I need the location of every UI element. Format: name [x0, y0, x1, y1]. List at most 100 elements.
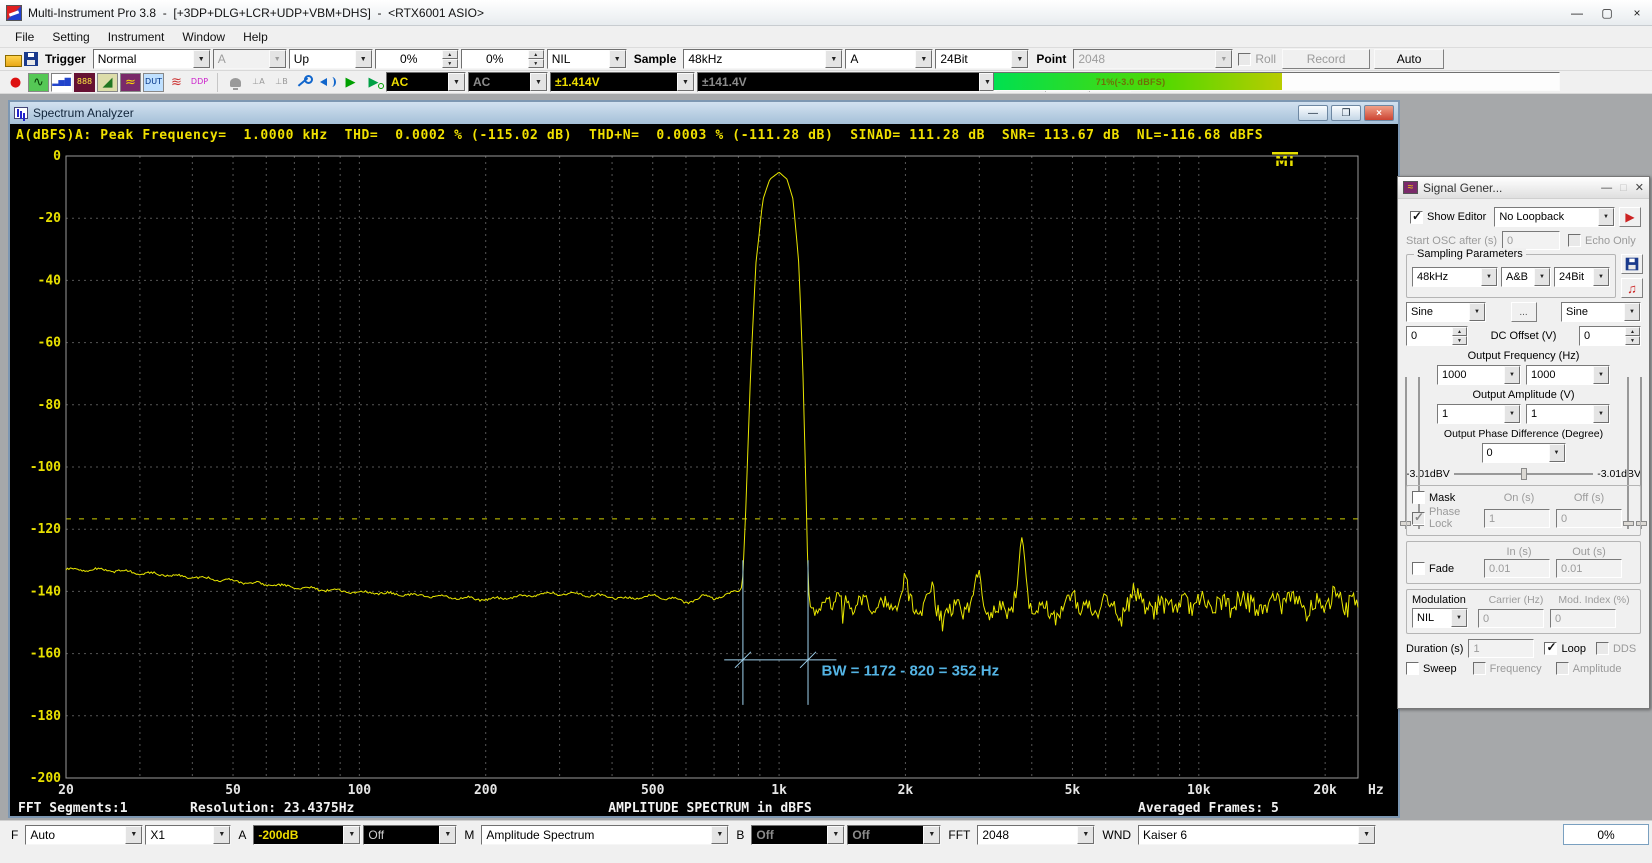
dc-offset-b-stepper[interactable]: 0▲▼	[1579, 326, 1641, 346]
oscilloscope-icon[interactable]: ∿	[28, 73, 49, 92]
mask-group: Mask On (s) Off (s) Phase Lock 1 0	[1406, 485, 1641, 536]
sg-bits-select[interactable]: 24Bit▼	[1554, 267, 1610, 287]
trigger-edge-select[interactable]: Up▼	[289, 49, 373, 69]
range-a-select[interactable]: ±1.414V▼	[550, 72, 695, 92]
waveform-more-button[interactable]: ...	[1511, 302, 1537, 322]
probe-calibration-icon[interactable]	[294, 73, 315, 92]
close-button[interactable]: ×	[1622, 0, 1652, 25]
sample-label: Sample	[634, 52, 677, 66]
svg-text:10k: 10k	[1187, 783, 1211, 798]
menu-setting[interactable]: Setting	[43, 28, 98, 46]
hpf-select[interactable]: NIL▼	[547, 49, 627, 69]
sg-minimize-button[interactable]: —	[1601, 182, 1612, 194]
frequency-multiplier-select[interactable]: X1▼	[145, 825, 231, 845]
svg-text:100: 100	[348, 783, 372, 798]
fade-checkbox[interactable]: Fade	[1412, 562, 1484, 575]
derived-data-curve-icon[interactable]: ≋	[166, 73, 187, 92]
open-file-icon[interactable]	[5, 55, 22, 67]
svg-text:-180: -180	[30, 709, 61, 724]
range-b-select: ±141.4V▼	[697, 72, 997, 92]
sg-sample-rate-select[interactable]: 48kHz▼	[1412, 267, 1498, 287]
view-mode-select[interactable]: Amplitude Spectrum▼	[481, 825, 729, 845]
app-titlebar[interactable]: Multi-Instrument Pro 3.8 - [+3DP+DLG+LCR…	[0, 0, 1652, 26]
sg-play-icon: ▶	[1625, 210, 1634, 224]
trigger-mode-select[interactable]: Normal▼	[93, 49, 211, 69]
mask-checkbox[interactable]: Mask	[1412, 491, 1484, 504]
a-mode-select[interactable]: Off▼	[363, 825, 457, 845]
sg-channels-select[interactable]: A&B▼	[1501, 267, 1551, 287]
balance-slider[interactable]	[1454, 467, 1593, 481]
window-function-select[interactable]: Kaiser 6▼	[1138, 825, 1376, 845]
output-frequency-b-select[interactable]: 1000▼	[1526, 365, 1610, 385]
dc-offset-a-stepper[interactable]: 0▲▼	[1406, 326, 1468, 346]
waveform-a-select[interactable]: Sine▼	[1406, 302, 1486, 322]
bit-depth-select[interactable]: 24Bit▼	[935, 49, 1029, 69]
output-amplitude-a-select[interactable]: 1▼	[1437, 404, 1521, 424]
spectrum-analyzer-icon[interactable]: ▂▅▇	[51, 73, 72, 92]
output-amplitude-b-select[interactable]: 1▼	[1526, 404, 1610, 424]
sa-restore-button[interactable]: ❐	[1331, 105, 1361, 121]
sweep-checkbox[interactable]: Sweep	[1406, 662, 1457, 675]
svg-text:-60: -60	[38, 336, 62, 351]
a-range-select[interactable]: -200dB▼	[253, 825, 361, 845]
trigger-delay-stepper[interactable]: 0%▲▼	[461, 49, 545, 69]
waveform-b-select[interactable]: Sine▼	[1561, 302, 1641, 322]
output-phase-select[interactable]: 0▼	[1482, 443, 1566, 463]
sg-close-button[interactable]: ✕	[1635, 181, 1644, 194]
run-icon[interactable]: ▶	[340, 73, 361, 92]
trigger-level-stepper[interactable]: 0%▲▼	[375, 49, 459, 69]
sg-run-button[interactable]: ▶	[1619, 207, 1641, 227]
loop-checkbox[interactable]: Loop	[1544, 642, 1585, 655]
svg-text:BW = 1172 - 820 = 352 Hz: BW = 1172 - 820 = 352 Hz	[822, 662, 1000, 679]
frequency-range-select[interactable]: Auto▼	[25, 825, 143, 845]
sample-rate-select[interactable]: 48kHz▼	[683, 49, 843, 69]
spectrum-analyzer-titlebar[interactable]: Spectrum Analyzer — ❐ ×	[10, 102, 1398, 124]
sa-minimize-button[interactable]: —	[1298, 105, 1328, 121]
save-file-icon[interactable]	[24, 52, 38, 66]
auto-button[interactable]: Auto	[1374, 49, 1444, 69]
carrier-input: 0	[1478, 609, 1544, 628]
spectrum-3d-plot-icon[interactable]: ◢	[97, 73, 118, 92]
sg-maximize-button: □	[1620, 182, 1627, 194]
mod-index-input: 0	[1550, 609, 1616, 628]
signal-generator-titlebar[interactable]: ≈ Signal Gener... — □ ✕	[1398, 177, 1649, 199]
maximize-button[interactable]: ▢	[1592, 0, 1622, 25]
run-single-icon[interactable]: ▶	[363, 73, 384, 92]
ddp-viewer-icon[interactable]: DDP	[189, 73, 210, 92]
minimize-button[interactable]: —	[1562, 0, 1592, 25]
record-icon[interactable]: ●	[5, 73, 26, 92]
multimeter-icon[interactable]: 888	[74, 73, 95, 92]
fade-group: In (s) Out (s) Fade 0.01 0.01	[1406, 541, 1641, 584]
mask-off-label: Off (s)	[1554, 492, 1624, 504]
modulation-type-select[interactable]: NIL▼	[1412, 608, 1468, 628]
menu-help[interactable]: Help	[234, 28, 277, 46]
menu-instrument[interactable]: Instrument	[99, 28, 174, 46]
signal-generator-icon[interactable]: ≈	[120, 73, 141, 92]
fft-size-select[interactable]: 2048▼	[977, 825, 1095, 845]
trigger-source-select: A▼	[213, 49, 287, 69]
show-editor-checkbox[interactable]: Show Editor	[1410, 211, 1486, 224]
svg-text:50: 50	[225, 783, 241, 798]
device-test-plan-icon[interactable]: DUT	[143, 73, 164, 92]
signal-generator-window: ≈ Signal Gener... — □ ✕ Show Editor No L…	[1397, 176, 1650, 709]
spectrum-analyzer-window: Spectrum Analyzer — ❐ × A(dBFS)A: Peak F…	[8, 100, 1400, 818]
spectrum-plot-area[interactable]: 20501002005001k2k5k10k20kHz0-20-40-60-80…	[10, 146, 1396, 816]
sg-save-button[interactable]	[1621, 254, 1643, 274]
roll-checkbox: Roll	[1238, 52, 1276, 66]
menu-window[interactable]: Window	[173, 28, 234, 46]
menu-file[interactable]: File	[6, 28, 43, 46]
b-mode-select: Off▼	[847, 825, 941, 845]
coupling-a-select[interactable]: AC▼	[386, 72, 466, 92]
speaker-icon[interactable]	[317, 73, 338, 92]
sweep-amplitude-checkbox: Amplitude	[1556, 662, 1622, 675]
toolbar-separator	[211, 73, 218, 92]
fft-section-label: FFT	[948, 828, 970, 842]
loopback-select[interactable]: No Loopback▼	[1494, 207, 1615, 227]
signal-generator-title: Signal Gener...	[1423, 181, 1502, 195]
sa-close-button[interactable]: ×	[1364, 105, 1394, 121]
output-frequency-a-select[interactable]: 1000▼	[1437, 365, 1521, 385]
sample-channel-select[interactable]: A▼	[845, 49, 933, 69]
overlap-value: 0%	[1563, 824, 1649, 845]
mod-index-label: Mod. Index (%)	[1554, 594, 1634, 606]
sg-music-library-button[interactable]: ♫	[1621, 278, 1643, 298]
